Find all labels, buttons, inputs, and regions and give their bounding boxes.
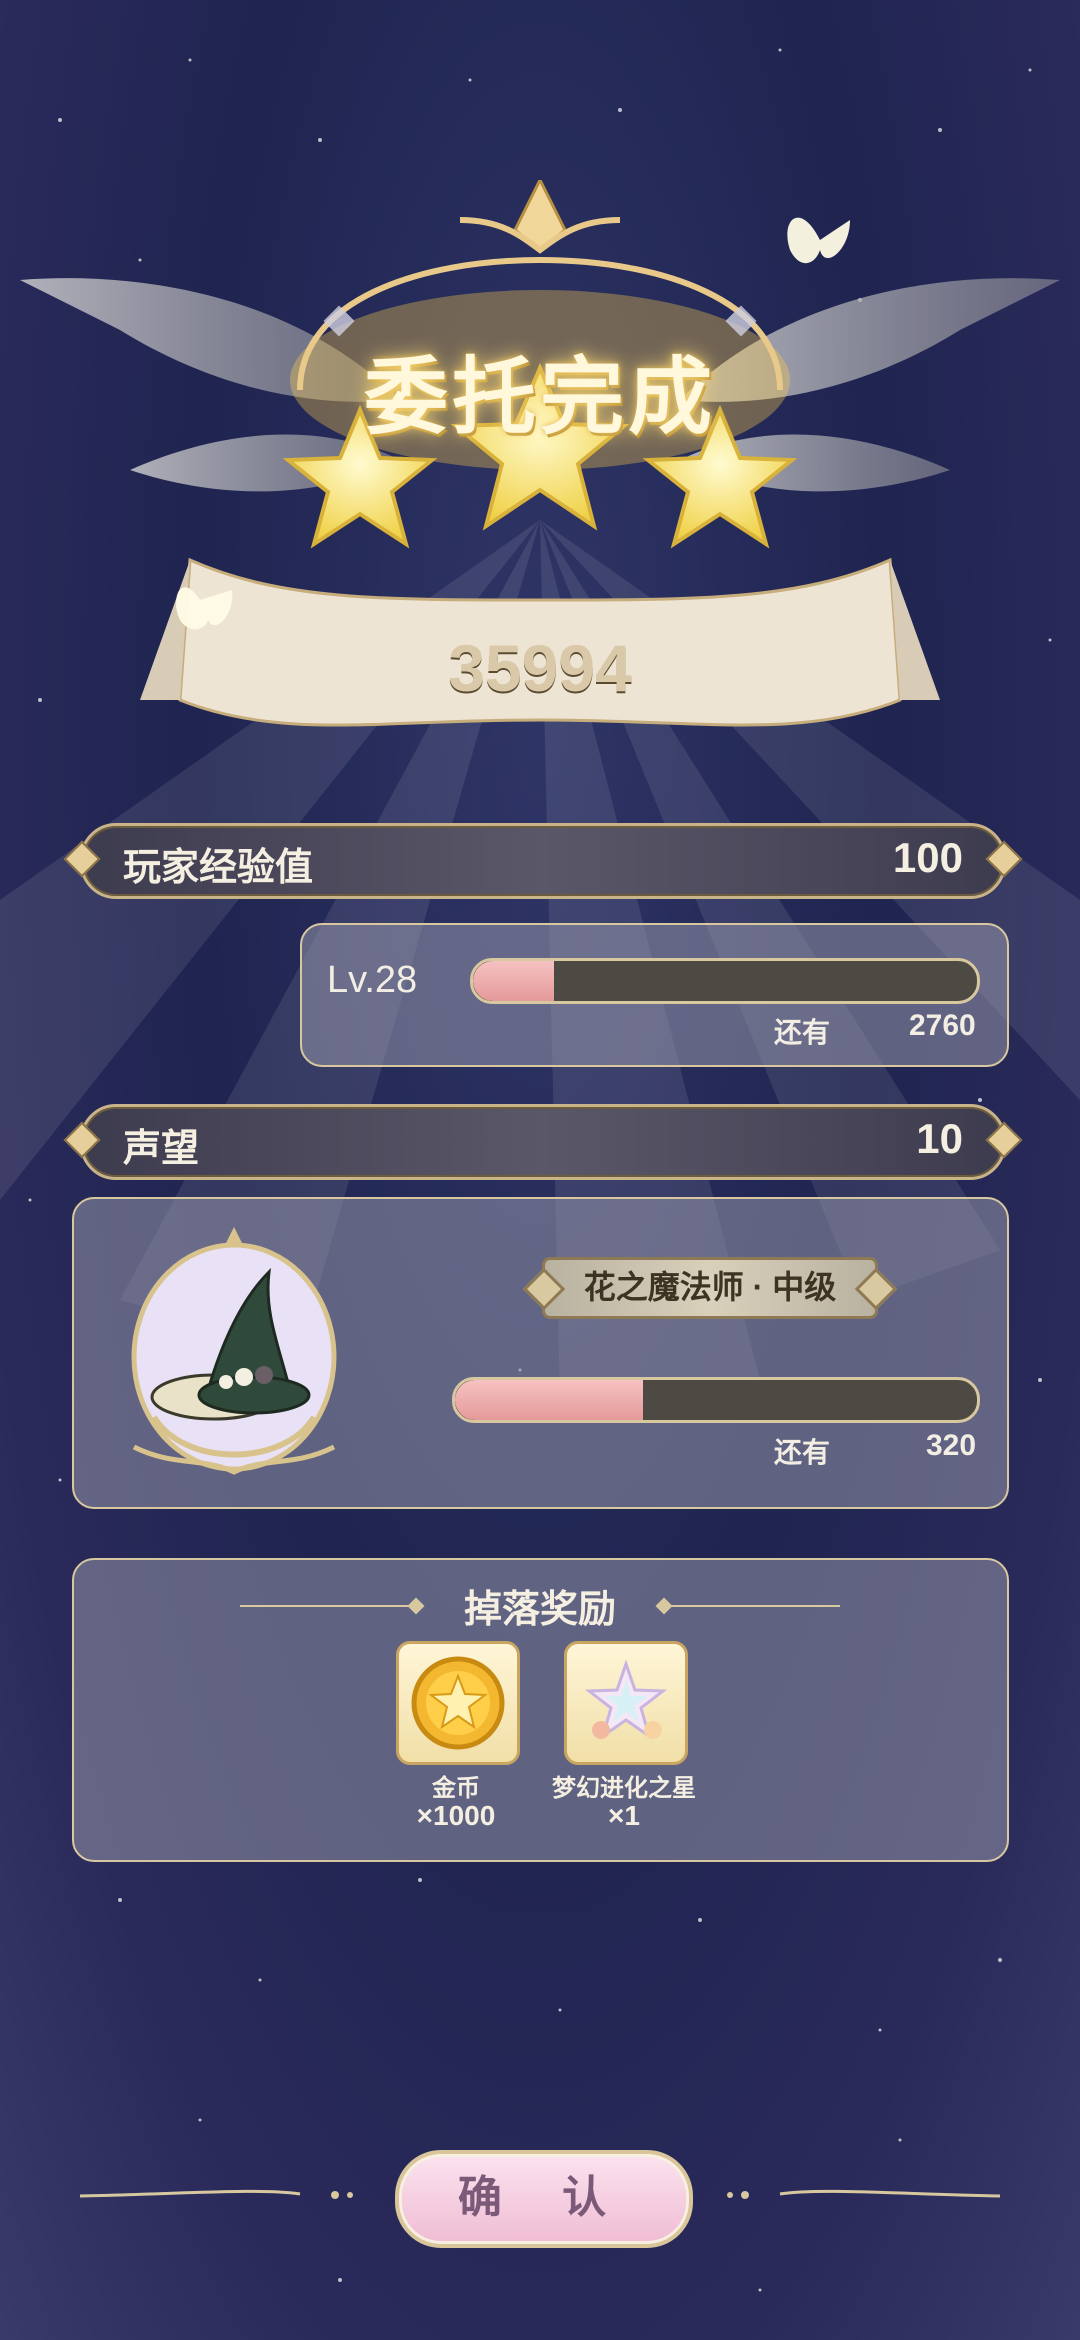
player-exp-remain-value: 2760 [909,1009,976,1042]
confirm-button[interactable]: 确 认 [395,2150,693,2248]
player-exp-remain-label: 还有 [774,1017,831,1048]
player-exp-value: 100 [892,834,963,881]
reputation-panel: 花之魔法师 · 中级 还有 320 [72,1197,1009,1509]
reward-item-gold-coin[interactable] [396,1641,520,1765]
reputation-progress [452,1377,980,1423]
reward-item-count: ×1 [608,1800,640,1831]
mission-complete-title: 委托完成 [363,350,716,444]
dream-evolution-star-icon [584,1659,668,1740]
rewards-title: 掉落奖励 [463,1589,616,1631]
reward-item-name: 梦幻进化之星 [552,1775,696,1802]
player-exp-bar: 玩家经验值 100 [63,823,1023,899]
reward-item-dream-star[interactable] [564,1641,688,1765]
score-value: 35994 [448,631,632,705]
player-exp-progress [470,958,980,1004]
reputation-remain-value: 320 [926,1429,977,1462]
player-level: Lv.28 [327,959,418,1001]
player-exp-progress-fill [473,961,554,1001]
reputation-progress-fill [455,1380,643,1420]
reputation-label: 声望 [123,1128,200,1170]
reputation-remain-label: 还有 [774,1437,831,1468]
player-exp-label: 玩家经验值 [123,847,314,889]
reputation-bar: 声望 10 [63,1104,1023,1180]
reputation-title-badge: 花之魔法师 · 中级 [542,1257,878,1319]
gold-coin-icon [411,1656,505,1750]
reputation-value: 10 [916,1115,963,1162]
witch-hat-icon [131,1227,337,1475]
player-level-panel: Lv.28 还有 2760 [300,923,1009,1067]
